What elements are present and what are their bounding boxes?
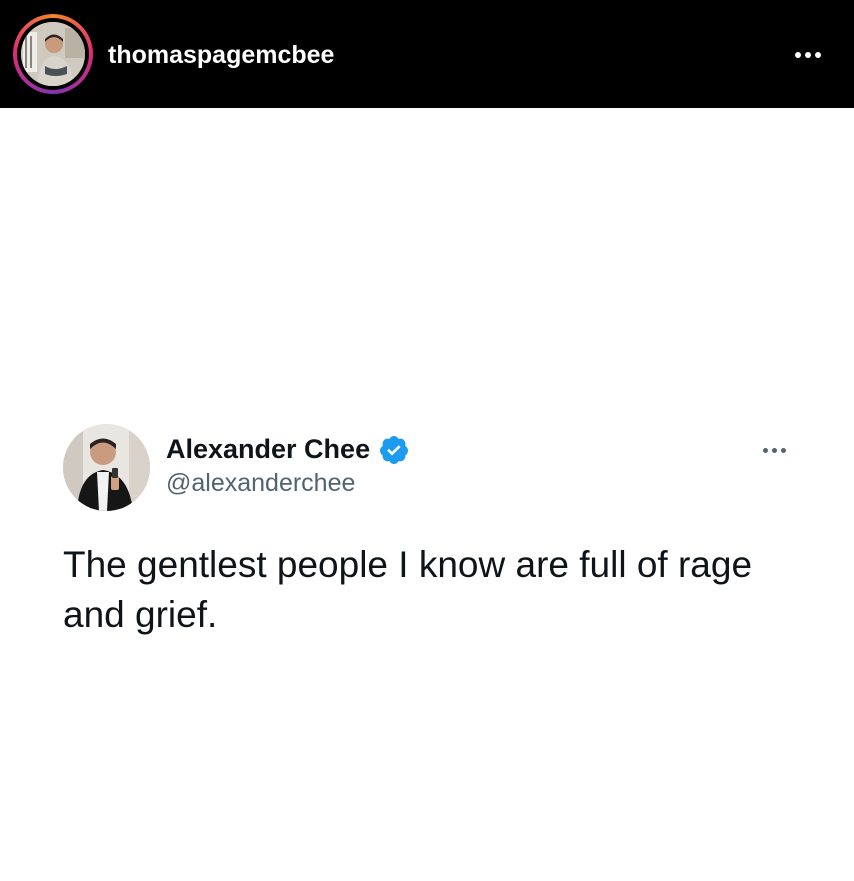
story-ring[interactable] (13, 14, 93, 94)
tweet-text: The gentlest people I know are full of r… (63, 544, 753, 635)
tweet-author-name[interactable]: Alexander Chee (166, 433, 370, 465)
author-photo-icon (63, 424, 150, 511)
verified-badge-icon (379, 436, 408, 464)
dot (795, 52, 801, 58)
dot (771, 447, 777, 453)
dot (815, 52, 821, 58)
tweet-more-icon[interactable] (756, 440, 792, 460)
avatar-photo-icon (21, 22, 85, 86)
dot (780, 447, 786, 453)
instagram-username[interactable]: thomaspagemcbee (108, 40, 334, 70)
dot (762, 447, 768, 453)
dot (805, 52, 811, 58)
profile-avatar[interactable] (21, 22, 85, 86)
more-options-icon[interactable] (788, 40, 828, 70)
story-ring-gap (17, 18, 89, 90)
instagram-post-header: thomaspagemcbee (0, 0, 854, 108)
tweet-author-avatar[interactable] (63, 424, 150, 511)
tweet-author-handle[interactable]: @alexanderchee (166, 468, 355, 498)
